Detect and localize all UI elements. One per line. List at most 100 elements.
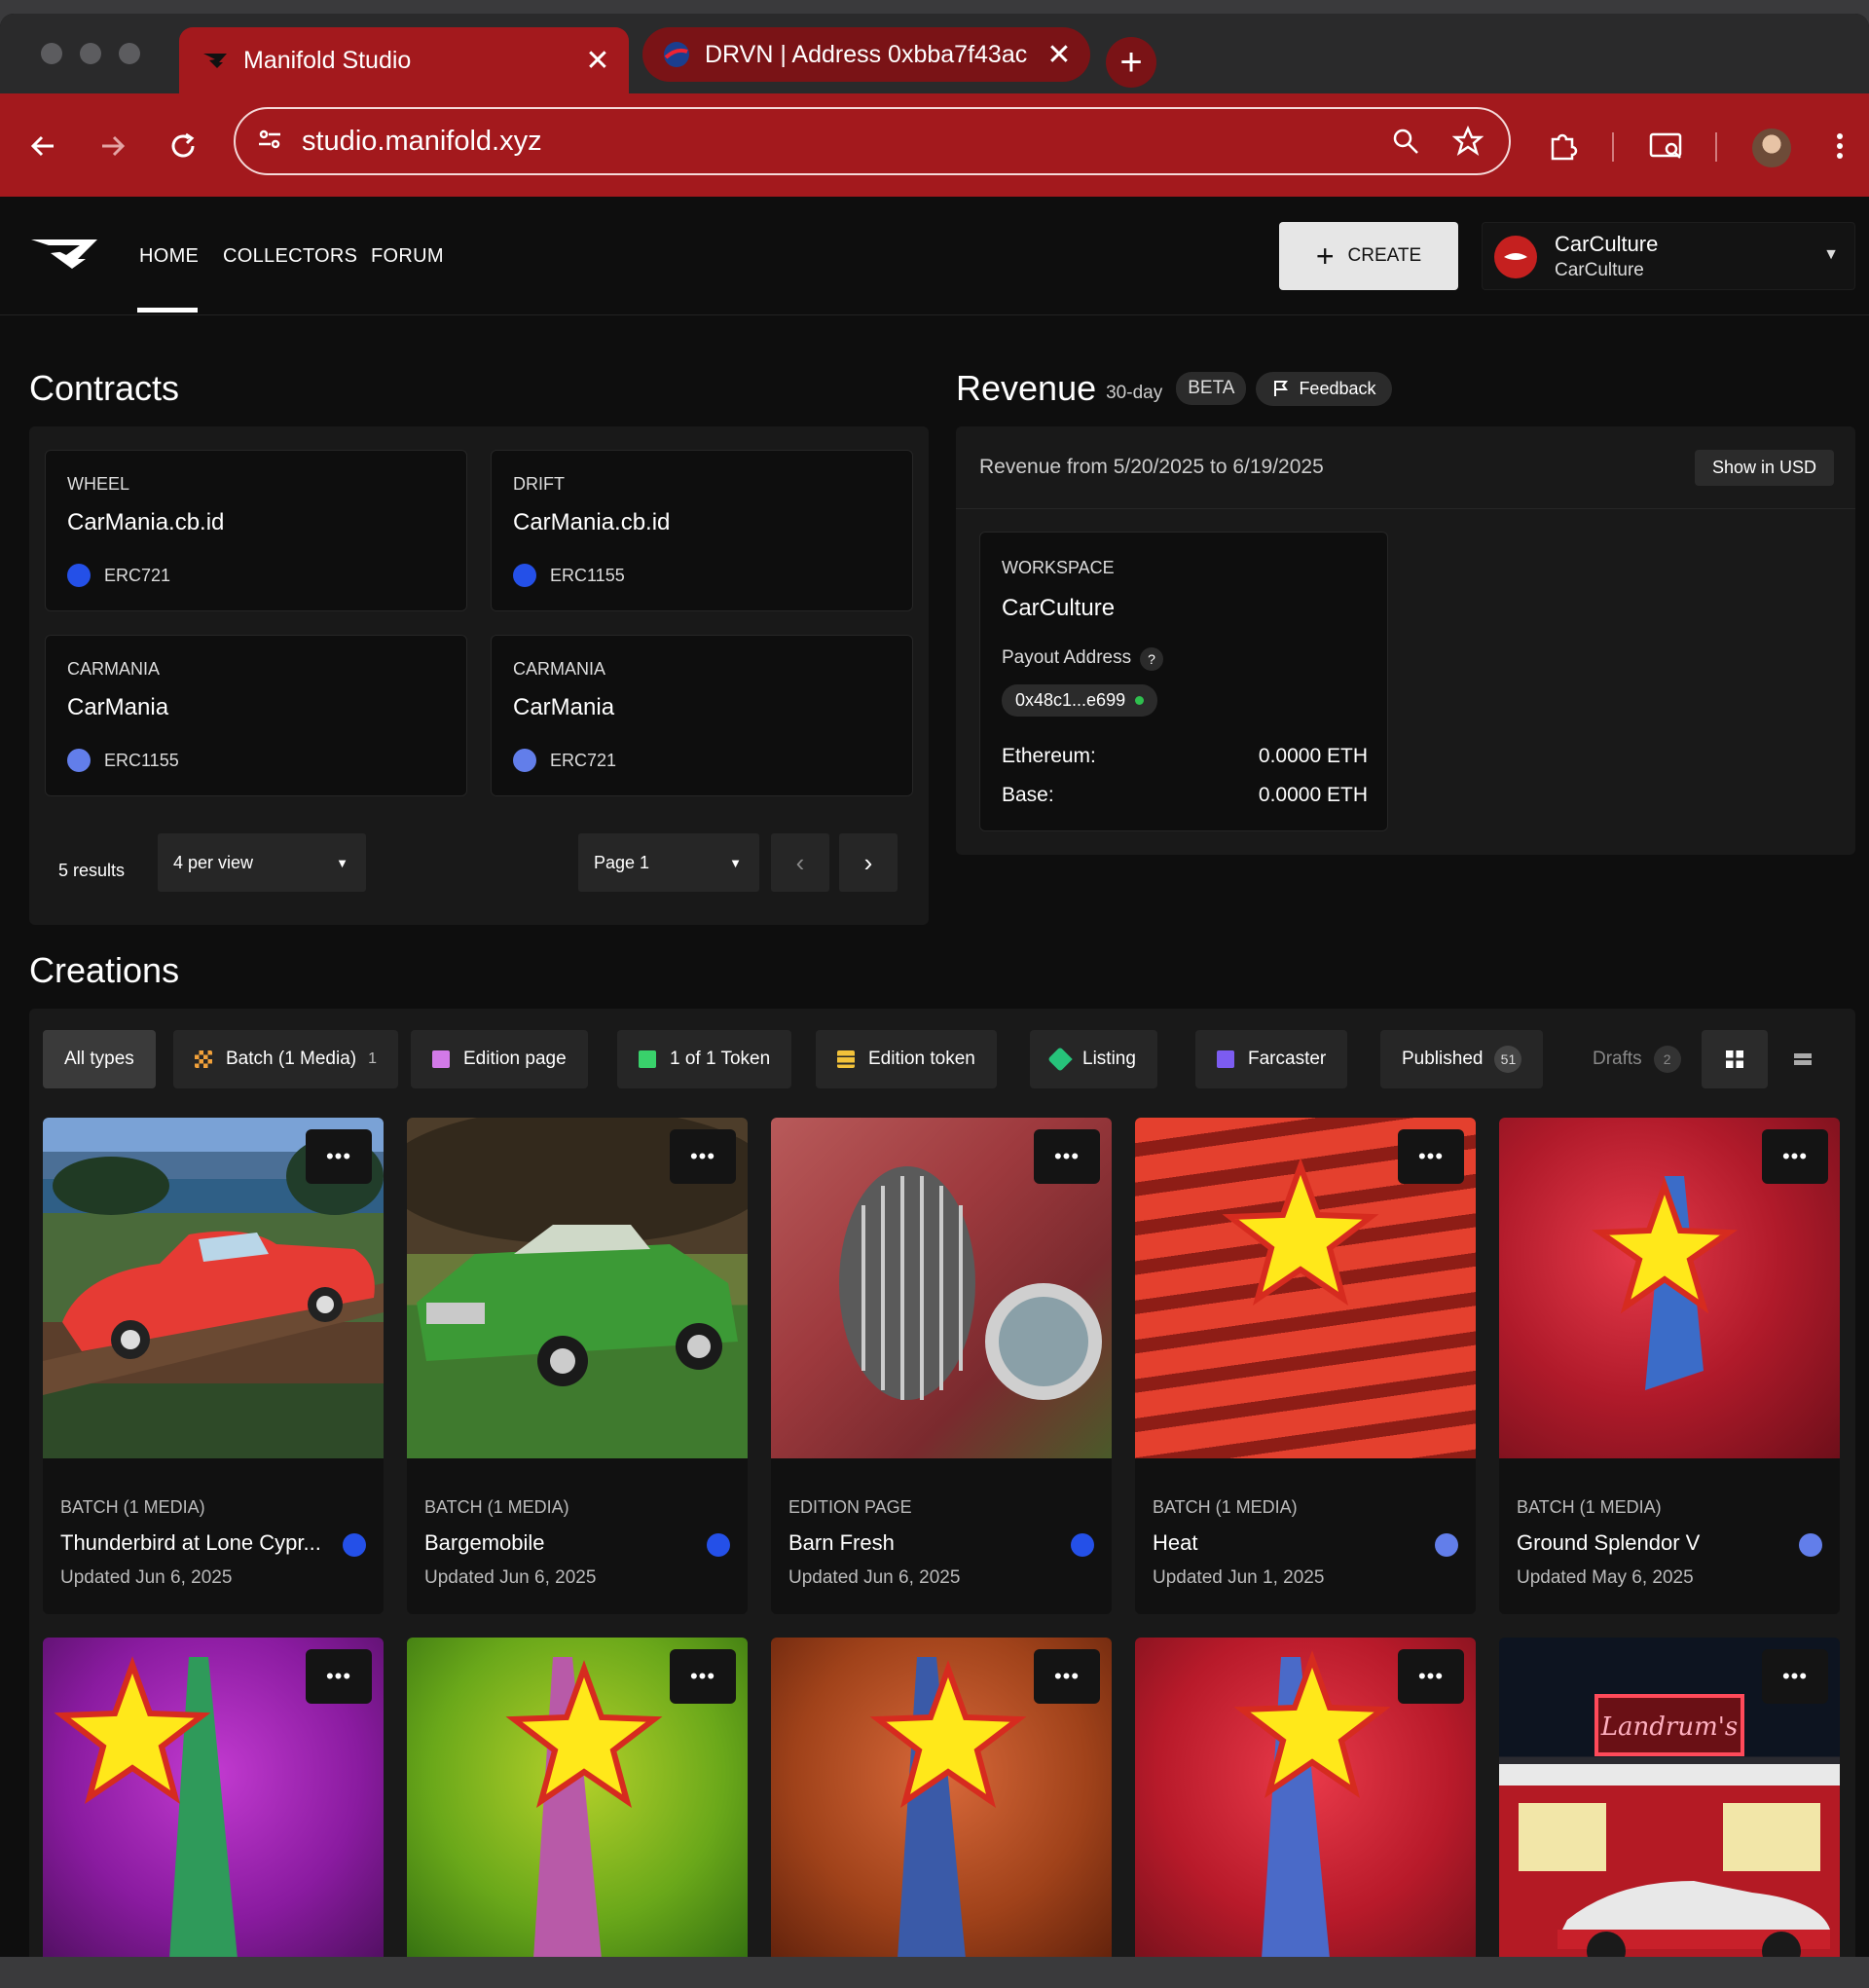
card-more-menu-button[interactable]: ••• xyxy=(1398,1649,1464,1704)
contract-card[interactable]: WHEEL CarMania.cb.id ERC721 xyxy=(45,450,467,611)
extensions-icon[interactable] xyxy=(1540,123,1587,169)
per-view-select[interactable]: 4 per view ▼ xyxy=(158,833,366,892)
page-value: Page 1 xyxy=(594,852,650,872)
manifold-logo-icon[interactable] xyxy=(29,236,99,276)
creation-card[interactable]: ••• BATCH (1 MEDIA) Bargemobile Updated … xyxy=(407,1118,748,1614)
creation-title: Barn Fresh xyxy=(788,1530,895,1555)
card-more-menu-button[interactable]: ••• xyxy=(306,1129,372,1184)
card-more-menu-button[interactable]: ••• xyxy=(1762,1129,1828,1184)
feedback-button[interactable]: Feedback xyxy=(1256,371,1392,406)
forward-icon[interactable] xyxy=(90,123,136,169)
close-tab-icon[interactable]: ✕ xyxy=(576,39,619,82)
creations-grid: ••• BATCH (1 MEDIA) Thunderbird at Lone … xyxy=(29,1104,1855,1957)
address-bar[interactable]: studio.manifold.xyz xyxy=(234,107,1511,175)
filter-label: Drafts xyxy=(1593,1049,1642,1069)
creation-updated: Updated Jun 6, 2025 xyxy=(60,1567,233,1588)
creation-card[interactable]: ••• xyxy=(771,1638,1112,1957)
filter-edition-page[interactable]: Edition page xyxy=(411,1030,588,1088)
page-select[interactable]: Page 1 ▼ xyxy=(578,833,759,892)
creation-card[interactable]: Landrum's ••• xyxy=(1499,1638,1840,1957)
filter-published[interactable]: Published 51 xyxy=(1380,1030,1544,1088)
search-icon[interactable] xyxy=(1384,120,1427,163)
url-text[interactable]: studio.manifold.xyz xyxy=(302,126,1384,158)
account-subtitle: CarCulture xyxy=(1555,260,1644,280)
next-page-button[interactable]: › xyxy=(839,833,898,892)
workspace-card: WORKSPACE CarCulture Payout Address ? 0x… xyxy=(979,532,1388,831)
creation-card[interactable]: ••• BATCH (1 MEDIA) Thunderbird at Lone … xyxy=(43,1118,384,1614)
creation-updated: Updated May 6, 2025 xyxy=(1517,1567,1694,1588)
creation-type: BATCH (1 MEDIA) xyxy=(1517,1497,1662,1517)
nav-forum[interactable]: FORUM xyxy=(371,245,444,268)
payout-address-chip[interactable]: 0x48c1...e699 xyxy=(1002,684,1158,717)
new-tab-button[interactable]: + xyxy=(1106,37,1156,88)
contract-type: DRIFT xyxy=(513,474,565,494)
menu-kebab-icon[interactable] xyxy=(1816,123,1863,169)
creations-heading: Creations xyxy=(29,950,180,990)
reload-icon[interactable] xyxy=(160,123,206,169)
card-more-menu-button[interactable]: ••• xyxy=(670,1129,736,1184)
maximize-window-dot[interactable] xyxy=(119,43,140,64)
grid-view-icon[interactable] xyxy=(1702,1030,1768,1088)
chevron-down-icon: ▼ xyxy=(729,855,742,870)
tab-search-icon[interactable] xyxy=(1643,123,1690,169)
nav-collectors[interactable]: COLLECTORS xyxy=(223,245,357,268)
card-more-menu-button[interactable]: ••• xyxy=(1762,1649,1828,1704)
filter-farcaster[interactable]: Farcaster xyxy=(1195,1030,1348,1088)
grid-icon xyxy=(195,1050,212,1068)
close-window-dot[interactable] xyxy=(41,43,62,64)
back-icon[interactable] xyxy=(19,123,66,169)
profile-avatar[interactable] xyxy=(1752,129,1791,167)
nav-home[interactable]: HOME xyxy=(139,245,199,268)
contract-card[interactable]: CARMANIA CarMania ERC721 xyxy=(491,635,913,796)
account-avatar xyxy=(1494,236,1537,278)
contracts-panel: WHEEL CarMania.cb.id ERC721 DRIFT CarMan… xyxy=(29,426,929,925)
balance-label: Base: xyxy=(1002,784,1054,806)
account-name: CarCulture xyxy=(1555,232,1659,256)
minimize-window-dot[interactable] xyxy=(80,43,101,64)
balance-value: 0.0000 ETH xyxy=(1258,784,1368,806)
filter-label: Edition page xyxy=(463,1049,567,1069)
tab-drvn-address[interactable]: DRVN | Address 0xbba7f43ac ✕ xyxy=(642,27,1090,82)
filter-drafts[interactable]: Drafts 2 xyxy=(1571,1030,1703,1088)
plus-icon: + xyxy=(1315,238,1335,274)
bookmark-star-icon[interactable] xyxy=(1447,120,1489,163)
contract-card[interactable]: DRIFT CarMania.cb.id ERC1155 xyxy=(491,450,913,611)
filter-count: 51 xyxy=(1494,1046,1522,1073)
card-more-menu-button[interactable]: ••• xyxy=(306,1649,372,1704)
toolbar-divider xyxy=(1715,132,1717,162)
filter-edition-token[interactable]: Edition token xyxy=(816,1030,997,1088)
bag-icon xyxy=(432,1050,450,1068)
card-more-menu-button[interactable]: ••• xyxy=(1034,1129,1100,1184)
filter-label: Farcaster xyxy=(1248,1049,1327,1069)
creation-card[interactable]: ••• BATCH (1 MEDIA) Ground Splendor V Up… xyxy=(1499,1118,1840,1614)
creation-card[interactable]: ••• EDITION PAGE Barn Fresh Updated Jun … xyxy=(771,1118,1112,1614)
creation-card[interactable]: ••• xyxy=(43,1638,384,1957)
creation-card[interactable]: ••• xyxy=(407,1638,748,1957)
tab-manifold-studio[interactable]: Manifold Studio ✕ xyxy=(179,27,629,93)
prev-page-button[interactable]: ‹ xyxy=(771,833,829,892)
filter-label: Listing xyxy=(1082,1049,1136,1069)
base-chain-icon xyxy=(343,1533,366,1557)
creations-filter-bar: All types Batch (1 Media) 1 Edition page… xyxy=(29,1009,1855,1104)
filter-listing[interactable]: Listing xyxy=(1030,1030,1157,1088)
contract-name: CarMania.cb.id xyxy=(67,509,225,535)
site-settings-icon[interactable] xyxy=(255,125,284,159)
filter-all-types[interactable]: All types xyxy=(43,1030,156,1088)
diner-sign-text: Landrum's xyxy=(1600,1712,1738,1742)
contract-card[interactable]: CARMANIA CarMania ERC1155 xyxy=(45,635,467,796)
creation-card[interactable]: ••• xyxy=(1135,1638,1476,1957)
filter-batch[interactable]: Batch (1 Media) 1 xyxy=(173,1030,399,1088)
filter-1of1-token[interactable]: 1 of 1 Token xyxy=(617,1030,792,1088)
create-button[interactable]: + CREATE xyxy=(1279,222,1458,290)
create-label: CREATE xyxy=(1347,245,1422,266)
card-more-menu-button[interactable]: ••• xyxy=(670,1649,736,1704)
revenue-period: 30-day xyxy=(1106,383,1163,403)
show-in-usd-button[interactable]: Show in USD xyxy=(1694,450,1834,486)
card-more-menu-button[interactable]: ••• xyxy=(1398,1129,1464,1184)
account-switcher[interactable]: CarCulture CarCulture ▼ xyxy=(1482,222,1855,290)
close-tab-icon[interactable]: ✕ xyxy=(1038,33,1081,76)
card-more-menu-button[interactable]: ••• xyxy=(1034,1649,1100,1704)
creation-card[interactable]: ••• BATCH (1 MEDIA) Heat Updated Jun 1, … xyxy=(1135,1118,1476,1614)
list-view-icon[interactable] xyxy=(1770,1030,1836,1088)
help-icon[interactable]: ? xyxy=(1140,647,1163,671)
